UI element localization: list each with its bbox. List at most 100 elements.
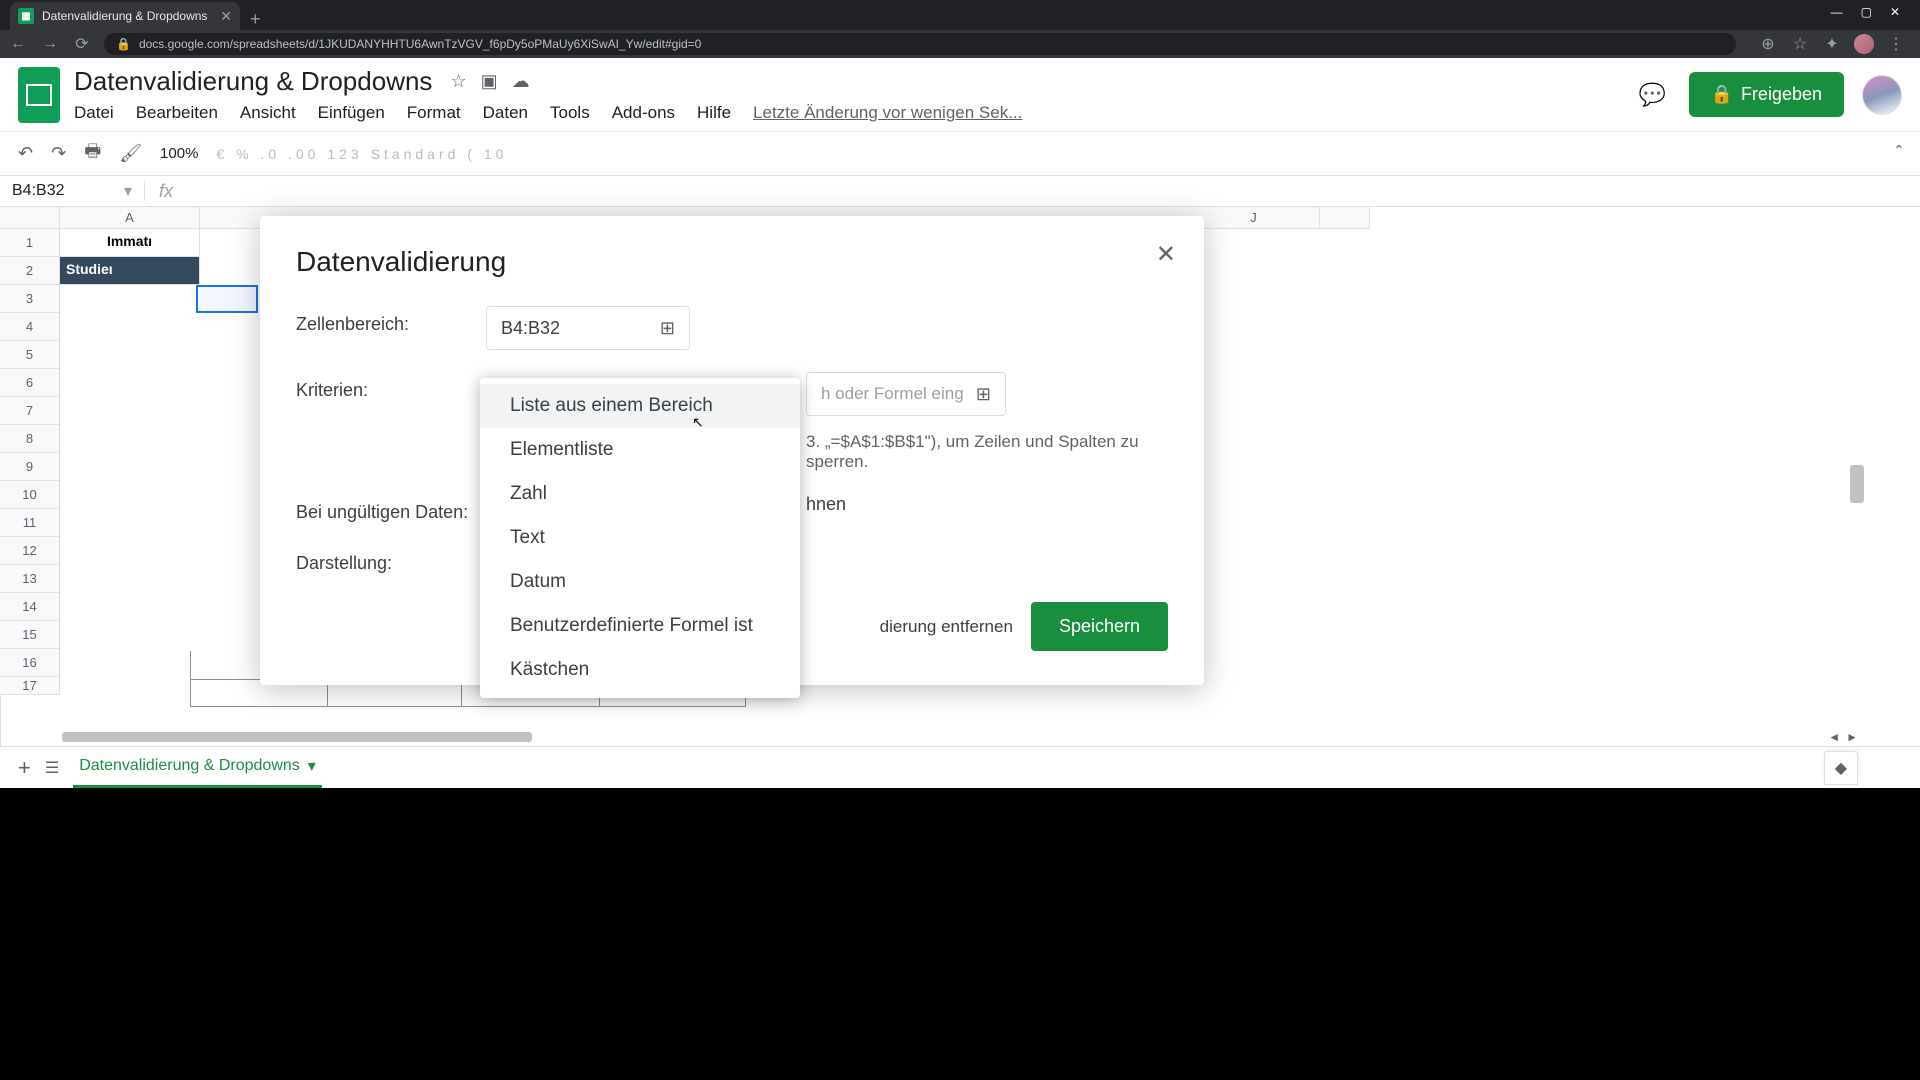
dropdown-item-element-list[interactable]: Elementliste	[480, 428, 800, 472]
new-tab-button[interactable]: +	[240, 9, 271, 30]
tab-close-icon[interactable]: ✕	[220, 8, 232, 25]
row-header[interactable]: 1	[0, 229, 60, 257]
close-window-icon[interactable]: ✕	[1890, 5, 1900, 19]
menu-datei[interactable]: Datei	[74, 103, 114, 123]
menu-bearbeiten[interactable]: Bearbeiten	[136, 103, 218, 123]
search-icon[interactable]: ⊕	[1758, 34, 1778, 54]
zoom-level[interactable]: 100%	[160, 145, 198, 162]
window-controls[interactable]: — ▢ ✕	[1819, 5, 1912, 19]
row-header[interactable]: 7	[0, 397, 60, 425]
save-button[interactable]: Speichern	[1031, 602, 1168, 651]
cell-range-input[interactable]: B4:B32 ⊞	[486, 306, 690, 350]
dropdown-item-number[interactable]: Zahl	[480, 472, 800, 516]
row-header[interactable]: 13	[0, 565, 60, 593]
row-header[interactable]: 11	[0, 509, 60, 537]
document-title[interactable]: Datenvalidierung & Dropdowns	[74, 66, 432, 97]
menu-hilfe[interactable]: Hilfe	[697, 103, 731, 123]
select-range-icon[interactable]: ⊞	[660, 318, 675, 339]
dialog-title: Datenvalidierung	[296, 246, 1168, 278]
menu-addons[interactable]: Add-ons	[612, 103, 675, 123]
fx-icon: fx	[145, 181, 187, 202]
name-box[interactable]: B4:B32 ▾	[0, 181, 145, 201]
col-header-j[interactable]: J	[1188, 207, 1320, 229]
menu-ansicht[interactable]: Ansicht	[240, 103, 296, 123]
forward-icon[interactable]: →	[40, 35, 60, 53]
sheet-tab-menu-icon[interactable]: ▾	[308, 756, 316, 776]
row-header[interactable]: 9	[0, 453, 60, 481]
profile-avatar-icon[interactable]	[1854, 34, 1874, 54]
select-all-corner[interactable]	[0, 207, 60, 229]
dropdown-item-list-from-range[interactable]: Liste aus einem Bereich	[480, 384, 800, 428]
active-sheet-tab[interactable]: Datenvalidierung & Dropdowns ▾	[73, 747, 322, 788]
hscroll-arrows[interactable]: ◄►	[1828, 730, 1858, 744]
minimize-icon[interactable]: —	[1831, 5, 1843, 19]
menu-icon[interactable]: ⋮	[1886, 34, 1906, 54]
star-doc-icon[interactable]: ☆	[450, 71, 466, 92]
extensions-icon[interactable]: ✦	[1822, 34, 1842, 54]
criteria-hint: 3. „=$A$1:$B$1"), um Zeilen und Spalten …	[806, 432, 1168, 472]
formula-bar-row: B4:B32 ▾ fx	[0, 175, 1920, 207]
vertical-scrollbar[interactable]	[1850, 465, 1864, 503]
row-header[interactable]: 10	[0, 481, 60, 509]
select-range-icon[interactable]: ⊞	[976, 384, 991, 405]
row-header[interactable]: 4	[0, 313, 60, 341]
label-cell-range: Zellenbereich:	[296, 306, 486, 335]
label-criteria: Kriterien:	[296, 372, 486, 401]
row-header[interactable]: 14	[0, 593, 60, 621]
back-icon[interactable]: ←	[8, 35, 28, 53]
row-header[interactable]: 12	[0, 537, 60, 565]
dropdown-item-date[interactable]: Datum	[480, 560, 800, 604]
dropdown-item-checkbox[interactable]: Kästchen	[480, 648, 800, 692]
menu-tools[interactable]: Tools	[550, 103, 590, 123]
all-sheets-icon[interactable]: ☰	[45, 758, 59, 778]
maximize-icon[interactable]: ▢	[1861, 5, 1872, 19]
print-icon[interactable]: 🖶	[84, 139, 101, 169]
explore-button[interactable]: ◆	[1824, 751, 1858, 785]
horizontal-scrollbar[interactable]	[62, 732, 532, 742]
row-header[interactable]: 16	[0, 649, 60, 677]
criteria-dropdown[interactable]: Liste aus einem Bereich Elementliste Zah…	[480, 378, 800, 698]
cloud-status-icon[interactable]: ☁	[512, 71, 530, 92]
reload-icon[interactable]: ⟳	[72, 34, 92, 54]
star-icon[interactable]: ☆	[1790, 34, 1810, 54]
share-button[interactable]: 🔒 Freigeben	[1689, 72, 1844, 117]
move-doc-icon[interactable]: ▣	[481, 71, 498, 92]
row-header[interactable]: 8	[0, 425, 60, 453]
col-header-a[interactable]: A	[60, 207, 200, 229]
dialog-close-icon[interactable]: ✕	[1156, 240, 1176, 269]
name-box-dropdown-icon[interactable]: ▾	[124, 181, 132, 201]
paint-format-icon[interactable]: 🖌	[119, 143, 142, 164]
row-header[interactable]: 3	[0, 285, 60, 313]
account-avatar-icon[interactable]	[1862, 75, 1902, 115]
add-sheet-icon[interactable]: +	[18, 755, 31, 781]
sheets-favicon-icon: ▦	[18, 8, 34, 24]
menu-format[interactable]: Format	[407, 103, 461, 123]
undo-icon[interactable]: ↶	[18, 143, 33, 164]
cell-a1[interactable]: Immatı	[60, 229, 200, 257]
dropdown-item-custom-formula[interactable]: Benutzerdefinierte Formel ist	[480, 604, 800, 648]
dropdown-item-text[interactable]: Text	[480, 516, 800, 560]
last-edit-link[interactable]: Letzte Änderung vor wenigen Sek...	[753, 103, 1022, 123]
browser-chrome: — ▢ ✕ ▦ Datenvalidierung & Dropdowns ✕ +…	[0, 0, 1920, 58]
share-label: Freigeben	[1741, 84, 1822, 105]
redo-icon[interactable]: ↷	[51, 143, 66, 164]
browser-tab[interactable]: ▦ Datenvalidierung & Dropdowns ✕	[10, 2, 240, 30]
menu-daten[interactable]: Daten	[483, 103, 528, 123]
criteria-value-input[interactable]: h oder Formel eing ⊞	[806, 372, 1006, 416]
row-header[interactable]: 17	[0, 677, 60, 695]
row-header[interactable]: 5	[0, 341, 60, 369]
sheets-logo-icon[interactable]	[18, 67, 60, 123]
remove-validation-button[interactable]: dierung entfernen	[858, 607, 1013, 647]
url-field[interactable]: 🔒 docs.google.com/spreadsheets/d/1JKUDAN…	[104, 33, 1736, 55]
col-header-k[interactable]	[1320, 207, 1370, 229]
sheet-tab-label: Datenvalidierung & Dropdowns	[79, 757, 300, 775]
row-header[interactable]: 6	[0, 369, 60, 397]
cell-a2[interactable]: Studieı	[60, 257, 200, 285]
lock-share-icon: 🔒	[1711, 84, 1733, 105]
menu-einfuegen[interactable]: Einfügen	[318, 103, 385, 123]
row-header[interactable]: 2	[0, 257, 60, 285]
collapse-toolbar-icon[interactable]: ˆ	[1896, 143, 1902, 164]
row-header[interactable]: 15	[0, 621, 60, 649]
toolbar: ↶ ↷ 🖶 🖌 100% € % .0 .00 123 Standard ( 1…	[0, 131, 1920, 175]
comments-icon[interactable]: 💬	[1635, 77, 1671, 113]
